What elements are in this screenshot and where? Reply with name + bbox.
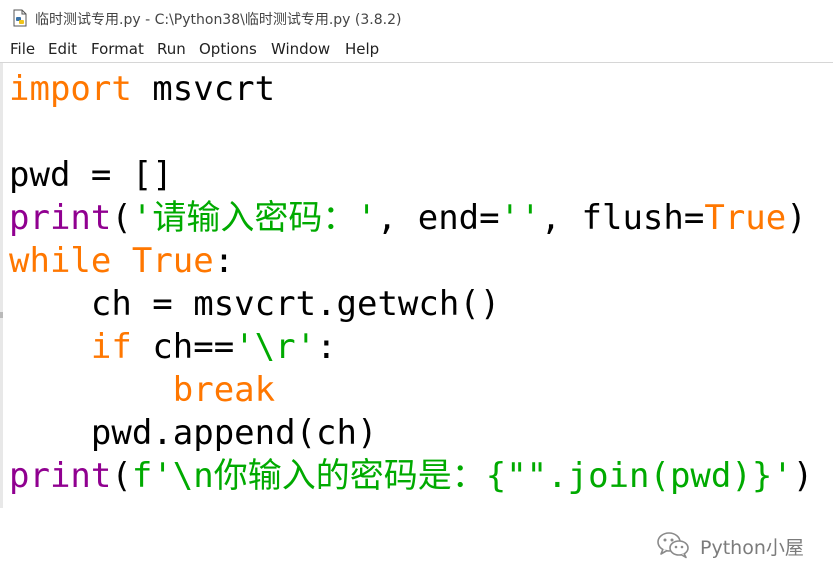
code-line[interactable]: pwd = [] <box>9 154 813 197</box>
watermark-text: Python小屋 <box>700 537 804 559</box>
python-file-icon <box>13 9 27 27</box>
line-marker <box>0 312 3 318</box>
wechat-icon <box>657 532 689 559</box>
title-bar: 临时测试专用.py - C:\Python38\临时测试专用.py (3.8.2… <box>0 0 833 36</box>
menu-window[interactable]: Window <box>271 40 330 58</box>
code-editor[interactable]: import msvcrt pwd = [] print('请输入密码：', end… <box>0 63 833 508</box>
menu-help[interactable]: Help <box>345 40 379 58</box>
code-line[interactable]: break <box>9 369 813 412</box>
code-line[interactable]: print('请输入密码：', end='', flush=True) <box>9 197 813 240</box>
menu-bar: File Edit Format Run Options Window Help <box>0 38 833 62</box>
menu-run[interactable]: Run <box>157 40 186 58</box>
code-line[interactable]: pwd.append(ch) <box>9 412 813 455</box>
code-line[interactable]: while True: <box>9 240 813 283</box>
menu-format[interactable]: Format <box>91 40 144 58</box>
code-line[interactable]: ch = msvcrt.getwch() <box>9 283 813 326</box>
code-line[interactable]: import msvcrt <box>9 68 813 111</box>
code-line[interactable]: print(f'\n你输入的密码是：{"".join(pwd)}') <box>9 455 813 498</box>
editor-left-border <box>0 63 3 508</box>
window-title: 临时测试专用.py - C:\Python38\临时测试专用.py (3.8.2… <box>35 12 402 28</box>
code-line[interactable] <box>9 111 813 154</box>
code-area[interactable]: import msvcrt pwd = [] print('请输入密码：', end… <box>9 68 813 498</box>
menu-edit[interactable]: Edit <box>48 40 77 58</box>
code-line[interactable]: if ch=='\r': <box>9 326 813 369</box>
menu-file[interactable]: File <box>10 40 35 58</box>
menu-options[interactable]: Options <box>199 40 257 58</box>
